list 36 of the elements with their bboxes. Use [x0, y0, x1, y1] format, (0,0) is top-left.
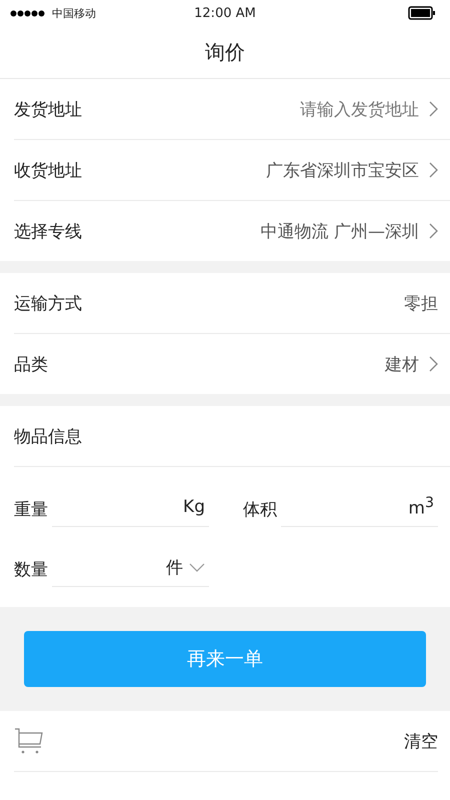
row-label: 收货地址 — [14, 160, 82, 182]
row-value: 建材 — [385, 354, 419, 376]
battery-icon — [408, 6, 436, 20]
form-row[interactable]: 发货地址 请输入发货地址 — [14, 79, 450, 140]
page-title: 询价 — [205, 38, 245, 66]
field-label: 重量 — [14, 499, 48, 522]
chevron-right-icon — [429, 162, 438, 178]
carrier-name: 中国移动 — [52, 6, 96, 20]
row-label: 品类 — [14, 354, 48, 376]
select-field[interactable]: 件 — [52, 548, 209, 587]
status-time: 12:00 AM — [194, 6, 256, 20]
row-value: 请输入发货地址 — [300, 98, 419, 120]
section-title: 物品信息 — [14, 426, 82, 448]
row-label: 选择专线 — [14, 220, 82, 242]
chevron-down-icon — [189, 562, 205, 572]
row-label: 发货地址 — [14, 98, 82, 120]
unit-label: Kg — [183, 497, 205, 517]
row-value: 广东省深圳市宝安区 — [266, 160, 419, 182]
form-row[interactable]: 品类 建材 — [14, 334, 450, 394]
unit-label: 件 — [166, 556, 183, 578]
field-label: 体积 — [243, 499, 277, 522]
row-label: 运输方式 — [14, 292, 82, 314]
chevron-right-icon — [429, 101, 438, 117]
row-value: 零担 — [404, 292, 438, 314]
input-field[interactable]: Kg — [52, 488, 209, 527]
form-row[interactable]: 收货地址 广东省深圳市宝安区 — [14, 140, 450, 201]
form-row[interactable]: 选择专线 中通物流 广州—深圳 — [14, 201, 450, 261]
row-value: 中通物流 广州—深圳 — [260, 220, 419, 242]
input-field[interactable]: m$^{3}$ — [281, 488, 438, 527]
signal-icon — [10, 10, 46, 16]
cart-icon[interactable] — [14, 727, 44, 755]
chevron-right-icon — [429, 223, 438, 239]
clear-button[interactable]: 清空 — [404, 730, 438, 752]
unit-label: m$^{3}$ — [408, 495, 434, 519]
chevron-right-icon — [429, 356, 438, 372]
field-label: 数量 — [14, 559, 48, 582]
